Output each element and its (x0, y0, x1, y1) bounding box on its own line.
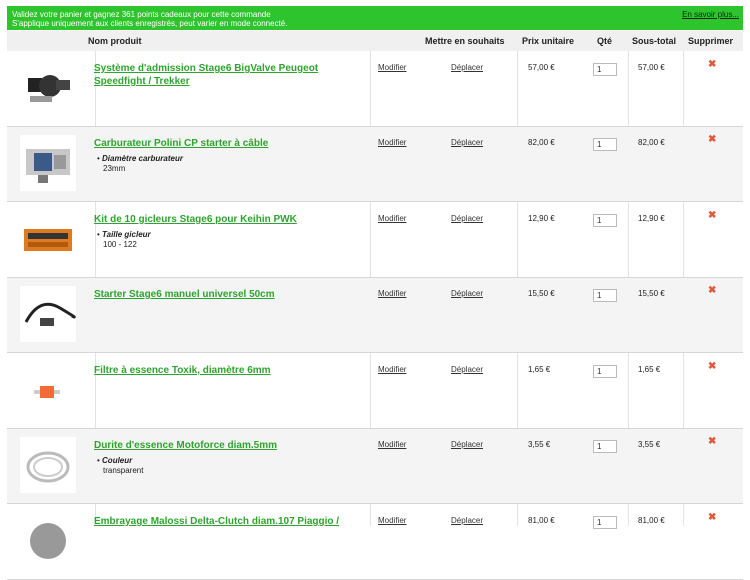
product-thumbnail[interactable] (20, 60, 76, 116)
product-name-link[interactable]: Kit de 10 gicleurs Stage6 pour Keihin PW… (94, 213, 349, 226)
jet-kit-icon (24, 229, 72, 251)
table-row: Embrayage Malossi Delta-Clutch diam.107 … (7, 505, 743, 580)
modify-link[interactable]: Modifier (378, 289, 406, 298)
option-label: Taille gicleur (102, 230, 151, 239)
quantity-input[interactable]: 1 (593, 63, 617, 76)
header-wishlist: Mettre en souhaits (425, 36, 505, 46)
modify-link[interactable]: Modifier (378, 516, 406, 525)
product-thumbnail[interactable] (20, 286, 76, 342)
subtotal: 57,00 € (638, 63, 665, 72)
product-thumbnail[interactable] (20, 135, 76, 191)
unit-price: 81,00 € (528, 516, 555, 525)
option-label: Diamètre carburateur (102, 154, 183, 163)
banner-line-1: Validez votre panier et gagnez 361 point… (12, 10, 271, 19)
unit-price: 3,55 € (528, 440, 551, 449)
table-row: Système d'admission Stage6 BigValve Peug… (7, 52, 743, 127)
quantity-input[interactable]: 1 (593, 214, 617, 227)
x-icon[interactable]: ✖ (708, 59, 716, 70)
option-label: Couleur (102, 456, 133, 465)
unit-price: 57,00 € (528, 63, 555, 72)
cart-table-header: Nom produit Mettre en souhaits Prix unit… (7, 31, 743, 51)
product-option: • Diamètre carburateur 23mm (97, 154, 183, 173)
learn-more-link[interactable]: En savoir plus... (682, 10, 739, 19)
modify-link[interactable]: Modifier (378, 365, 406, 374)
header-unit-price: Prix unitaire (522, 36, 575, 46)
header-remove: Supprimer (688, 36, 734, 46)
product-name-link[interactable]: Carburateur Polini CP starter à câble (94, 137, 349, 150)
product-thumbnail[interactable] (20, 211, 76, 267)
header-qty: Qté (597, 36, 613, 46)
x-icon[interactable]: ✖ (708, 361, 716, 372)
subtotal: 3,55 € (638, 440, 661, 449)
header-subtotal: Sous-total (632, 36, 676, 46)
product-name-link[interactable]: Filtre à essence Toxik, diamètre 6mm (94, 364, 349, 377)
unit-price: 1,65 € (528, 365, 551, 374)
subtotal: 82,00 € (638, 138, 665, 147)
move-to-wishlist-link[interactable]: Déplacer (451, 289, 483, 298)
subtotal: 12,90 € (638, 214, 665, 223)
table-row: Durite d'essence Motoforce diam.5mm • Co… (7, 429, 743, 504)
x-icon[interactable]: ✖ (708, 210, 716, 221)
product-thumbnail[interactable] (20, 362, 76, 418)
option-value: 100 - 122 (103, 240, 137, 249)
modify-link[interactable]: Modifier (378, 63, 406, 72)
product-name-link[interactable]: Durite d'essence Motoforce diam.5mm (94, 439, 349, 452)
product-name-link[interactable]: Embrayage Malossi Delta-Clutch diam.107 … (94, 515, 349, 528)
subtotal: 81,00 € (638, 516, 665, 525)
subtotal: 15,50 € (638, 289, 665, 298)
move-to-wishlist-link[interactable]: Déplacer (451, 365, 483, 374)
product-name-link[interactable]: Starter Stage6 manuel universel 50cm (94, 288, 349, 301)
product-option: • Taille gicleur 100 - 122 (97, 230, 151, 249)
quantity-input[interactable]: 1 (593, 365, 617, 378)
move-to-wishlist-link[interactable]: Déplacer (451, 440, 483, 449)
table-row: Filtre à essence Toxik, diamètre 6mm Mod… (7, 354, 743, 429)
quantity-input[interactable]: 1 (593, 138, 617, 151)
modify-link[interactable]: Modifier (378, 214, 406, 223)
modify-link[interactable]: Modifier (378, 138, 406, 147)
banner-line-2: S'applique uniquement aux clients enregi… (12, 19, 288, 28)
modify-link[interactable]: Modifier (378, 440, 406, 449)
unit-price: 15,50 € (528, 289, 555, 298)
table-row: Starter Stage6 manuel universel 50cm Mod… (7, 278, 743, 353)
move-to-wishlist-link[interactable]: Déplacer (451, 63, 483, 72)
quantity-input[interactable]: 1 (593, 289, 617, 302)
cable-icon (24, 302, 76, 326)
quantity-input[interactable]: 1 (593, 440, 617, 453)
product-thumbnail[interactable] (20, 513, 76, 569)
header-product: Nom produit (88, 36, 142, 46)
x-icon[interactable]: ✖ (708, 134, 716, 145)
x-icon[interactable]: ✖ (708, 285, 716, 296)
subtotal: 1,65 € (638, 365, 661, 374)
loyalty-banner: Validez votre panier et gagnez 361 point… (7, 6, 743, 30)
option-value: 23mm (103, 164, 126, 173)
fuel-filter-icon (34, 386, 60, 398)
move-to-wishlist-link[interactable]: Déplacer (451, 214, 483, 223)
unit-price: 12,90 € (528, 214, 555, 223)
clutch-icon (30, 523, 66, 559)
table-row: Kit de 10 gicleurs Stage6 pour Keihin PW… (7, 203, 743, 278)
product-option: • Couleur transparent (97, 456, 144, 475)
fuel-hose-icon (26, 451, 70, 483)
option-value: transparent (103, 466, 144, 475)
quantity-input[interactable]: 1 (593, 516, 617, 529)
carburetor-icon (26, 149, 70, 183)
x-icon[interactable]: ✖ (708, 512, 716, 523)
x-icon[interactable]: ✖ (708, 436, 716, 447)
product-thumbnail[interactable] (20, 437, 76, 493)
intake-icon (28, 75, 70, 102)
table-row: Carburateur Polini CP starter à câble • … (7, 127, 743, 202)
unit-price: 82,00 € (528, 138, 555, 147)
move-to-wishlist-link[interactable]: Déplacer (451, 138, 483, 147)
move-to-wishlist-link[interactable]: Déplacer (451, 516, 483, 525)
product-name-link[interactable]: Système d'admission Stage6 BigValve Peug… (94, 62, 349, 88)
